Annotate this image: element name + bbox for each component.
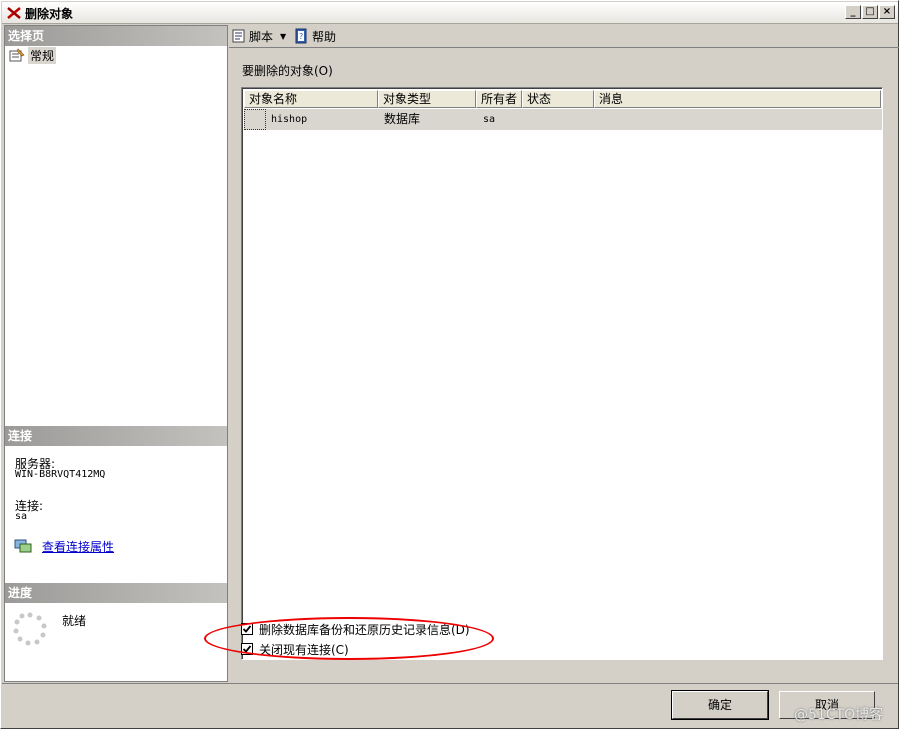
cell-name: hishop xyxy=(271,114,308,125)
help-icon: ? xyxy=(295,28,307,44)
cell-type: 数据库 xyxy=(384,112,421,126)
column-header-owner[interactable]: 所有者 xyxy=(476,90,522,108)
delete-backup-history-checkbox[interactable]: 删除数据库备份和还原历史记录信息(D) xyxy=(241,621,470,637)
column-header-status[interactable]: 状态 xyxy=(522,90,594,108)
view-connection-properties-link[interactable]: 查看连接属性 xyxy=(42,538,114,555)
close-existing-connections-checkbox[interactable]: 关闭现有连接(C) xyxy=(241,641,349,657)
properties-page-icon xyxy=(9,48,25,62)
close-button[interactable]: × xyxy=(879,5,895,19)
progress-header: 进度 xyxy=(5,583,227,603)
checkbox-label: 关闭现有连接(C) xyxy=(259,642,349,657)
dropdown-arrow-icon[interactable]: ▼ xyxy=(280,32,286,41)
toolbar: 脚本 ▼ ? 帮助 xyxy=(229,25,899,48)
help-button[interactable]: ? 帮助 xyxy=(294,27,336,45)
script-label: 脚本 xyxy=(249,29,274,44)
maximize-icon: □ xyxy=(865,6,875,17)
checkbox-box[interactable] xyxy=(241,623,253,635)
title-bar: 删除对象 _ □ × xyxy=(2,2,898,24)
button-bar: 确定 取消 xyxy=(2,683,898,729)
objects-grid[interactable]: 对象名称 对象类型 所有者 状态 消息 hishop 数据库 sa xyxy=(241,87,883,660)
progress-status: 就绪 xyxy=(62,614,87,628)
connection-header: 连接 xyxy=(5,426,227,446)
column-header-type[interactable]: 对象类型 xyxy=(378,90,476,108)
row-selector[interactable] xyxy=(244,109,266,130)
objects-to-delete-label: 要删除的对象(O) xyxy=(242,64,333,78)
column-header-name[interactable]: 对象名称 xyxy=(244,90,378,108)
checkbox-label: 删除数据库备份和还原历史记录信息(D) xyxy=(259,622,470,637)
connection-value: sa xyxy=(15,511,28,522)
main-panel: 要删除的对象(O) 对象名称 对象类型 所有者 状态 消息 hishop 数据库… xyxy=(229,48,899,682)
close-icon: × xyxy=(882,6,892,17)
minimize-icon: _ xyxy=(850,6,856,17)
help-label: 帮助 xyxy=(312,29,337,44)
progress-spinner-icon xyxy=(13,612,47,646)
delete-icon xyxy=(7,7,21,19)
table-row[interactable]: hishop 数据库 sa xyxy=(244,109,882,130)
checkbox-box[interactable] xyxy=(241,643,253,655)
maximize-button[interactable]: □ xyxy=(862,5,878,19)
window-title: 删除对象 xyxy=(25,7,74,21)
svg-text:?: ? xyxy=(299,32,303,41)
connection-properties-icon xyxy=(14,539,32,553)
watermark: @51CTO博客 xyxy=(794,707,884,723)
delete-object-dialog: 删除对象 _ □ × 选择页 常规 连接 服务器: WIN-B8RVQT412M… xyxy=(0,0,899,729)
script-icon xyxy=(232,29,245,43)
left-panel: 选择页 常规 连接 服务器: WIN-B8RVQT412MQ 连接: sa 查看… xyxy=(4,25,228,682)
ok-button[interactable]: 确定 xyxy=(671,690,769,720)
script-button[interactable]: 脚本 ▼ xyxy=(231,27,286,45)
minimize-button[interactable]: _ xyxy=(845,5,861,19)
grid-frame: 对象名称 对象类型 所有者 状态 消息 hishop 数据库 sa xyxy=(242,88,882,659)
column-header-message[interactable]: 消息 xyxy=(594,90,881,108)
cell-owner: sa xyxy=(483,114,496,125)
server-value: WIN-B8RVQT412MQ xyxy=(15,469,106,480)
select-page-header: 选择页 xyxy=(5,26,227,46)
checkmark-icon xyxy=(242,645,252,653)
page-item-general[interactable]: 常规 xyxy=(9,46,57,64)
page-item-label: 常规 xyxy=(28,46,57,64)
checkmark-icon xyxy=(242,625,252,633)
